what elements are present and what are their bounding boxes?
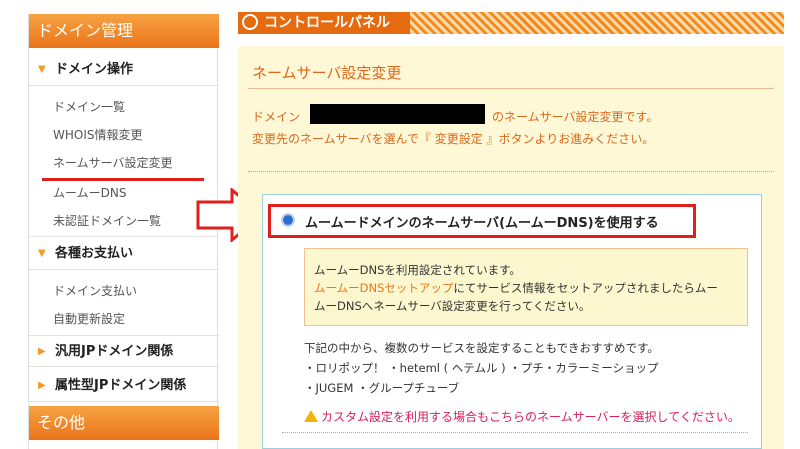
sun-icon (242, 14, 258, 30)
services-intro: 下記の中から、複数のサービスを設定することもできおすすめです。 (304, 341, 659, 355)
radio-button-selected[interactable] (281, 213, 295, 227)
divider (29, 236, 219, 237)
notice-suffix: のネームサーバ設定変更です。 (492, 110, 659, 124)
divider (282, 432, 748, 433)
triangle-right-icon: ▶ (38, 346, 46, 357)
group-generic-jp[interactable]: ▶ 汎用JPドメイン関係 (29, 335, 219, 367)
highlight-underline (42, 178, 204, 181)
sidebar-item-unverified[interactable]: 未認証ドメイン一覧 (53, 212, 161, 229)
triangle-down-icon: ▼ (38, 248, 46, 259)
warning-icon (304, 410, 318, 422)
divider (248, 88, 774, 89)
triangle-right-icon: ▶ (38, 380, 46, 391)
info-text: ムームーDNSを利用設定されています。 (314, 263, 521, 277)
info-text: ムームーDNSセットアップにてサービス情報をセットアップされましたらムー (314, 281, 718, 295)
triangle-down-icon: ▼ (38, 64, 46, 75)
notice-prefix: ドメイン (252, 110, 301, 124)
sidebar-item-auto-renew[interactable]: 自動更新設定 (53, 310, 125, 327)
redacted-domain (310, 104, 485, 124)
group-domain-operations[interactable]: ▼ ドメイン操作 (29, 54, 219, 86)
services-list: ・ロリポップ！ ・heteml ( ヘテムル ) ・プチ・カラーミーショップ (304, 361, 659, 375)
services-list: ・JUGEM ・グループチューブ (304, 381, 460, 395)
dns-setup-link[interactable]: ムームーDNSセットアップ (314, 281, 453, 295)
sidebar-item-domain-payment[interactable]: ドメイン支払い (53, 282, 137, 299)
group-payments[interactable]: ▼ 各種お支払い (29, 238, 219, 270)
sidebar-item-whois[interactable]: WHOIS情報変更 (53, 126, 143, 143)
warning-note: カスタム設定を利用する場合もこちらのネームサーバーを選択してください。 (304, 408, 740, 425)
sidebar: ドメイン管理 ▼ ドメイン操作 ドメイン一覧 WHOIS情報変更 ネームサーバ設… (28, 14, 219, 449)
sidebar-item-nameserver[interactable]: ネームサーバ設定変更 (53, 154, 173, 171)
sidebar-item-muumuu-dns[interactable]: ムームーDNS (53, 184, 126, 201)
group-attribute-jp[interactable]: ▶ 属性型JPドメイン関係 (29, 370, 219, 402)
info-text: ムーDNSへネームサーバ設定変更を行ってください。 (314, 299, 591, 313)
radio-label-muumuu-dns[interactable]: ムームードメインのネームサーバ(ムームーDNS)を使用する (305, 212, 659, 231)
sidebar-item-domain-list[interactable]: ドメイン一覧 (53, 98, 125, 115)
notice-instruction: 変更先のネームサーバを選んで『 変更設定 』ボタンよりお進みください。 (252, 132, 655, 146)
divider (248, 171, 774, 172)
custom-setting-link[interactable]: カスタム設定 (321, 410, 393, 424)
page-title: ネームサーバ設定変更 (252, 64, 402, 82)
sidebar-header-domain: ドメイン管理 (29, 14, 219, 48)
control-panel-title: コントロールパネル (238, 12, 410, 34)
sidebar-header-other: その他 (29, 406, 219, 440)
